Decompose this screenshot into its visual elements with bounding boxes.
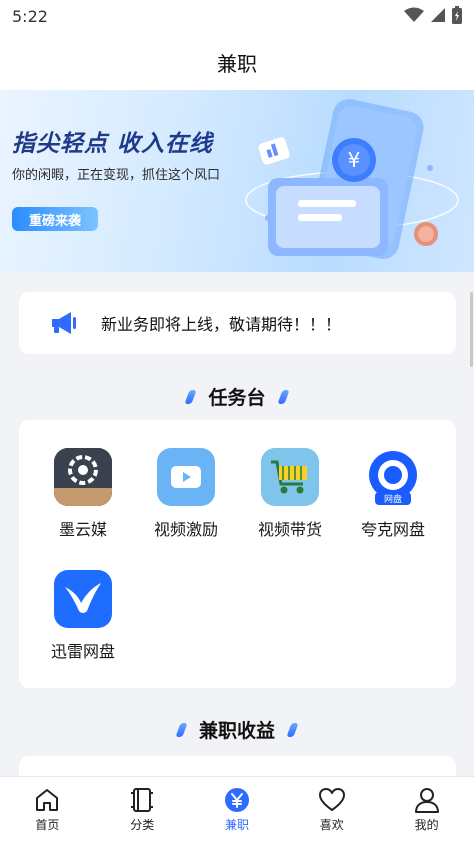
tab-parttime[interactable]: 兼职 xyxy=(190,777,285,843)
task-item-video-reward[interactable]: 视频激励 xyxy=(134,448,238,540)
notice-card[interactable]: 新业务即将上线，敬请期待！！！ xyxy=(19,292,456,354)
wifi-icon xyxy=(404,7,424,22)
shopping-cart-icon xyxy=(261,448,319,506)
banner-subtitle: 你的闲暇，正在变现，抓住这个风口 xyxy=(12,168,221,183)
tab-favorites[interactable]: 喜欢 xyxy=(284,777,379,843)
task-grid: 墨云媒 视频激励 视频带货 网盘 夸克网盘 迅雷网盘 xyxy=(19,420,456,688)
user-icon xyxy=(414,788,439,813)
task-item-quark-drive[interactable]: 网盘 夸克网盘 xyxy=(341,448,445,540)
heart-icon xyxy=(318,788,345,811)
task-label: 墨云媒 xyxy=(58,520,107,539)
task-item-video-sales[interactable]: 视频带货 xyxy=(238,448,342,540)
task-section-title: 任务台 xyxy=(0,383,474,410)
home-icon xyxy=(36,789,59,811)
task-label: 视频激励 xyxy=(153,520,218,539)
megaphone-icon xyxy=(52,312,76,334)
bottom-tab-bar: 首页 分类 兼职 喜欢 我的 xyxy=(0,776,474,843)
earnings-section-label: 兼职收益 xyxy=(198,720,275,742)
video-play-icon xyxy=(157,448,215,506)
task-section-label: 任务台 xyxy=(208,387,266,409)
title-decoration-left xyxy=(175,722,188,737)
tab-label: 兼职 xyxy=(224,818,249,832)
banner-headline: 指尖轻点 收入在线 xyxy=(12,131,214,157)
task-item-moyunmei[interactable]: 墨云媒 xyxy=(31,448,135,540)
task-label: 夸克网盘 xyxy=(360,520,425,539)
tab-label: 我的 xyxy=(414,818,439,832)
category-icon xyxy=(131,788,154,812)
xunlei-bird-icon xyxy=(54,570,112,628)
status-time: 5:22 xyxy=(12,7,48,26)
scrollbar[interactable] xyxy=(470,292,473,367)
quark-drive-badge: 网盘 xyxy=(384,493,402,505)
battery-icon xyxy=(452,6,462,24)
status-bar: 5:22 xyxy=(0,0,474,34)
page-title: 兼职 xyxy=(217,51,257,76)
title-bar: 兼职 xyxy=(0,34,474,90)
tab-label: 首页 xyxy=(35,818,60,832)
phone-income-illustration: ¥ xyxy=(245,99,459,259)
task-label: 视频带货 xyxy=(257,520,322,539)
moyunmei-icon xyxy=(54,448,112,506)
tab-profile[interactable]: 我的 xyxy=(379,777,474,843)
task-label: 迅雷网盘 xyxy=(50,642,115,661)
notice-text: 新业务即将上线，敬请期待！！！ xyxy=(101,315,342,334)
tab-category[interactable]: 分类 xyxy=(95,777,190,843)
banner-currency-symbol: ¥ xyxy=(348,148,361,172)
earnings-section-title: 兼职收益 xyxy=(0,716,474,743)
quark-drive-icon: 网盘 xyxy=(364,448,422,506)
yen-icon xyxy=(224,788,249,812)
tab-label: 分类 xyxy=(130,818,155,832)
status-icons xyxy=(404,6,462,24)
promo-banner[interactable]: 指尖轻点 收入在线 你的闲暇，正在变现，抓住这个风口 重磅来袭 ¥ xyxy=(0,90,474,272)
title-decoration-right xyxy=(276,389,290,404)
title-decoration-left xyxy=(184,389,198,404)
tab-label: 喜欢 xyxy=(319,818,344,832)
task-item-xunlei-drive[interactable]: 迅雷网盘 xyxy=(31,570,135,662)
title-decoration-right xyxy=(286,722,299,737)
signal-icon xyxy=(431,8,445,22)
tab-home[interactable]: 首页 xyxy=(0,777,95,843)
banner-button[interactable]: 重磅来袭 xyxy=(12,207,98,231)
